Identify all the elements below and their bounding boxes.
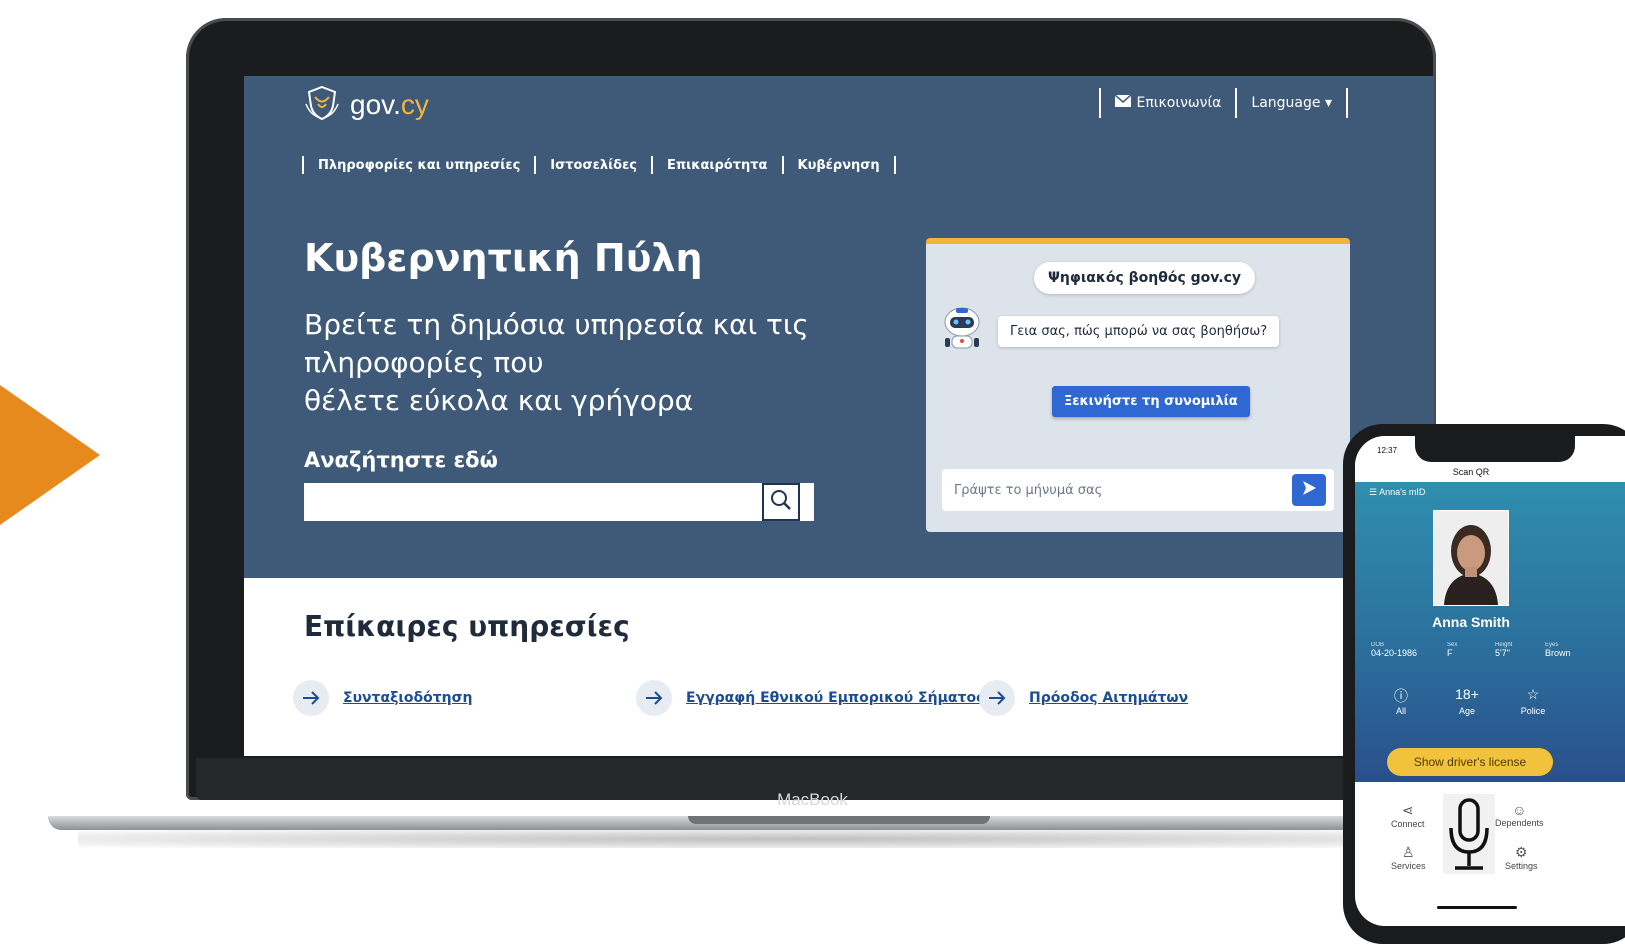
services-button[interactable]: ♙ Services	[1391, 844, 1426, 871]
phone-notch	[1415, 436, 1575, 462]
arrow-right-icon	[636, 680, 672, 716]
microphone-icon[interactable]	[1443, 794, 1495, 878]
service-link-trademark[interactable]: Εγγραφή Εθνικού Εμπορικού Σήματος	[636, 680, 984, 716]
share-icon: ⋖	[1401, 802, 1414, 818]
person-icon: ♙	[1401, 844, 1415, 860]
nav-item-info-services[interactable]: Πληροφορίες και υπηρεσίες	[304, 158, 534, 173]
dependents-button[interactable]: ☺ Dependents	[1495, 802, 1544, 828]
phone-screen: 12:37 Scan QR ☰ Anna's mID Anna Smith DO…	[1355, 436, 1625, 926]
contact-label: Επικοινωνία	[1136, 95, 1222, 111]
laptop-base-notch	[688, 816, 990, 824]
hero-subtitle-line: Βρείτε τη δημόσια υπηρεσία και τις	[304, 308, 809, 341]
age-button[interactable]: 18+ Age	[1437, 686, 1497, 716]
hero-subtitle-line: θέλετε εύκολα και γρήγορα	[304, 384, 694, 417]
chat-assistant-widget: Ψηφιακός βοηθός gov.cy Γεια σας, πώς μπο…	[926, 238, 1350, 532]
page-title: Κυβερνητική Πύλη	[304, 236, 703, 280]
nav-item-websites[interactable]: Ιστοσελίδες	[536, 158, 651, 173]
hamburger-icon: ☰	[1369, 487, 1378, 497]
service-link-pension[interactable]: Συνταξιοδότηση	[293, 680, 472, 716]
id-card-panel: ☰ Anna's mID Anna Smith DOB 04-20-1986 Se…	[1355, 482, 1625, 782]
dependents-icon: ☺	[1512, 802, 1527, 818]
id-field-height: Height 5'7"	[1495, 642, 1513, 658]
nav-divider	[893, 156, 896, 174]
search-input[interactable]	[304, 483, 814, 521]
holder-name: Anna Smith	[1432, 614, 1510, 630]
info-icon: ⓘ	[1394, 688, 1408, 704]
show-license-button[interactable]: Show driver's license	[1387, 748, 1553, 776]
chat-message-field	[942, 469, 1334, 511]
laptop-shadow	[78, 830, 1478, 848]
gov-cy-logo[interactable]: gov.cy	[304, 84, 429, 126]
service-link-request-progress[interactable]: Πρόοδος Αιτημάτων	[979, 680, 1188, 716]
id-field-dob: DOB 04-20-1986	[1371, 642, 1418, 658]
id-photo	[1433, 510, 1509, 606]
start-chat-button[interactable]: Ξεκινήστε τη συνομιλία	[1052, 386, 1250, 417]
laptop-screen: gov.cy Επικοινωνία Language ▾ Πληροφορίε…	[244, 76, 1434, 756]
robot-avatar-icon	[940, 306, 984, 358]
chat-greeting-bubble: Γεια σας, πώς μπορώ να σας βοηθήσω?	[998, 316, 1280, 347]
nav-item-government[interactable]: Κυβέρνηση	[784, 158, 894, 173]
chat-title: Ψηφιακός βοηθός gov.cy	[1034, 262, 1256, 294]
hero-subtitle-line: πληροφορίες που	[304, 346, 544, 379]
logo-text: gov.cy	[350, 89, 429, 120]
contact-link[interactable]: Επικοινωνία	[1101, 94, 1236, 111]
envelope-icon	[1114, 94, 1132, 111]
age-18-icon: 18+	[1455, 686, 1479, 702]
service-link-label[interactable]: Πρόοδος Αιτημάτων	[1029, 690, 1188, 706]
service-link-label[interactable]: Συνταξιοδότηση	[343, 690, 472, 706]
send-arrow-icon	[1301, 480, 1317, 500]
settings-button[interactable]: ⚙ Settings	[1505, 844, 1538, 871]
search-button[interactable]	[762, 483, 800, 521]
hero-subtitle: Βρείτε τη δημόσια υπηρεσία και τις πληρο…	[304, 306, 864, 420]
chat-message-input[interactable]	[942, 469, 1296, 511]
send-button[interactable]	[1292, 474, 1326, 506]
phone-time: 12:37	[1377, 446, 1398, 455]
nav-item-news[interactable]: Επικαιρότητα	[653, 158, 781, 173]
menu-label: Anna's mID	[1379, 487, 1426, 497]
all-button[interactable]: ⓘ All	[1371, 686, 1431, 716]
menu-button[interactable]: ☰ Anna's mID	[1369, 487, 1425, 498]
gear-icon: ⚙	[1514, 844, 1528, 860]
language-dropdown[interactable]: Language ▾	[1237, 95, 1346, 111]
cyprus-emblem-icon	[304, 84, 340, 126]
scan-qr-header[interactable]: Scan QR	[1355, 467, 1587, 477]
search-label: Αναζήτηστε εδώ	[304, 448, 498, 472]
arrow-right-icon	[979, 680, 1015, 716]
top-utility-bar: Επικοινωνία Language ▾	[1098, 88, 1348, 118]
services-section-bg	[244, 578, 1434, 756]
police-button[interactable]: ☆ Police	[1503, 686, 1563, 716]
home-indicator	[1437, 906, 1517, 909]
search-icon	[770, 489, 792, 515]
arrow-right-icon	[293, 680, 329, 716]
services-title: Επίκαιρες υπηρεσίες	[304, 610, 630, 643]
orange-arrow-shape	[0, 385, 100, 525]
id-field-eyes: Eyes Brown	[1545, 642, 1571, 658]
service-link-label[interactable]: Εγγραφή Εθνικού Εμπορικού Σήματος	[686, 690, 984, 706]
police-badge-icon: ☆	[1526, 686, 1540, 702]
id-field-sex: Sex F	[1447, 642, 1458, 658]
main-nav: Πληροφορίες και υπηρεσίες Ιστοσελίδες Επ…	[302, 156, 896, 174]
phone-status-bar: 12:37 Scan QR	[1355, 436, 1625, 488]
connect-button[interactable]: ⋖ Connect	[1391, 802, 1425, 829]
